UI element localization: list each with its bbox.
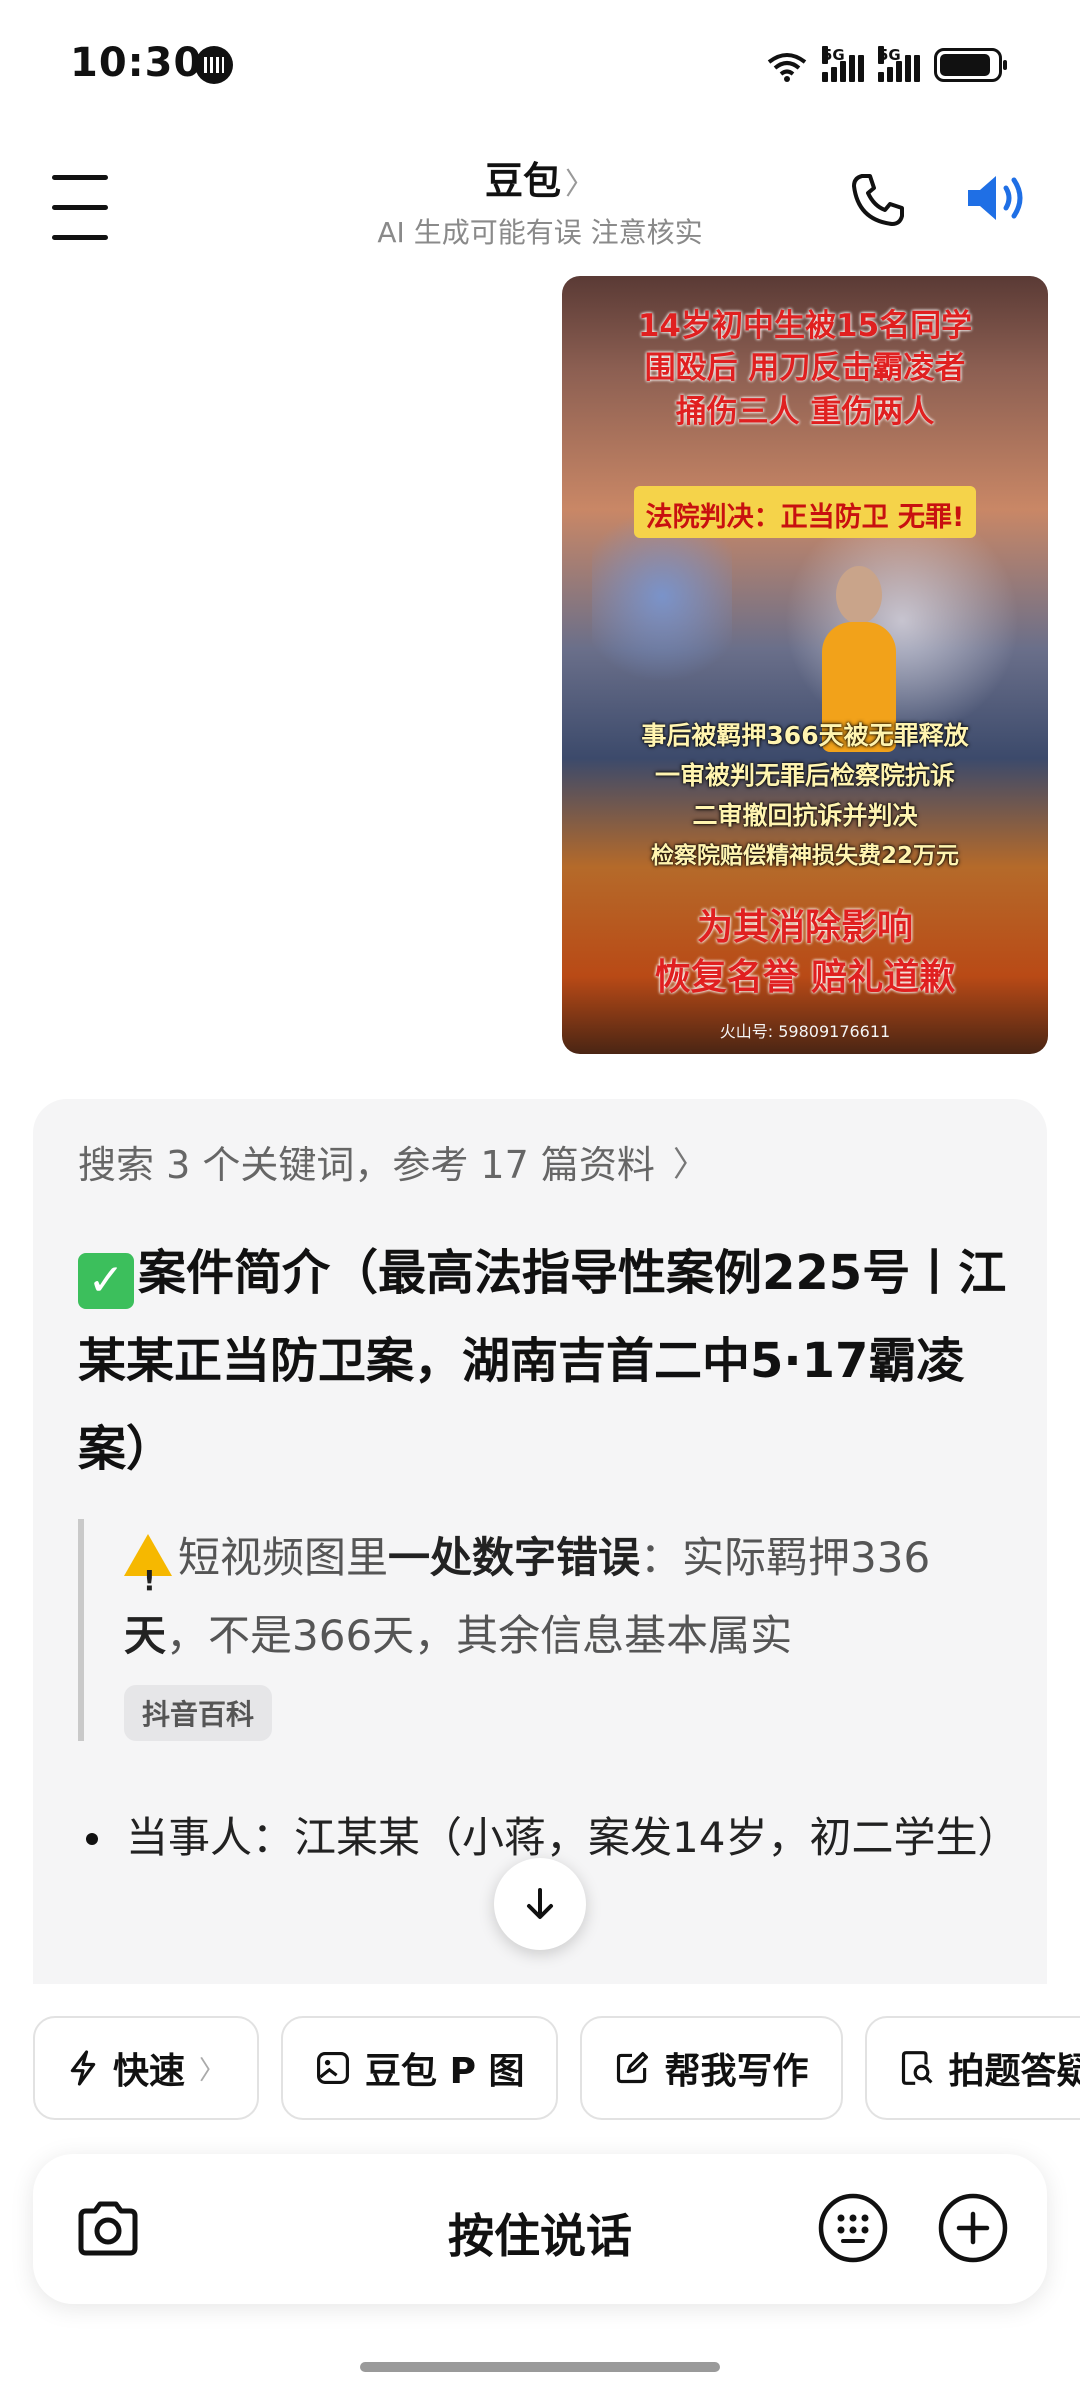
phone-call-icon[interactable] <box>848 170 908 230</box>
chevron-right-icon: 〉 <box>565 167 595 202</box>
voice-input-bar: 按住说话 <box>33 2154 1047 2304</box>
chat-header: 豆包〉 AI 生成可能有误 注意核实 <box>0 140 1080 260</box>
speaker-icon[interactable] <box>962 168 1032 228</box>
lightning-icon <box>70 2050 96 2086</box>
chat-title-area[interactable]: 豆包〉 AI 生成可能有误 注意核实 <box>0 150 1080 251</box>
user-image-message[interactable]: 14岁初中生被15名同学 围殴后 用刀反击霸凌者 捅伤三人 重伤两人 法院判决：… <box>562 276 1048 1054</box>
image-edit-icon <box>317 2052 350 2084</box>
keypad-icon[interactable] <box>817 2192 889 2264</box>
search-doc-icon <box>901 2051 933 2085</box>
chevron-right-icon: 〉 <box>672 1145 707 1185</box>
case-title: ✓ 案件简介（最高法指导性案例225号丨江某某正当防卫案，湖南吉首二中5·17霸凌… <box>78 1229 1018 1493</box>
chip-photo-question[interactable]: 拍题答疑 <box>864 2016 1080 2120</box>
battery-icon <box>934 48 1007 82</box>
quote-block: 短视频图里一处数字错误：实际羁押336天，不是366天，其余信息基本属实 抖音百… <box>78 1519 1018 1741</box>
search-summary: 搜索 3 个关键词，参考 17 篇资料 <box>78 1143 655 1187</box>
chip-fast[interactable]: 快速〉 <box>33 2016 260 2120</box>
home-indicator[interactable] <box>360 2362 720 2372</box>
chat-title: 豆包 <box>484 159 561 203</box>
warning-icon <box>124 1534 172 1620</box>
check-mark-icon: ✓ <box>78 1253 134 1309</box>
image-detail-1: 事后被羁押366天被无罪释放 <box>641 721 969 750</box>
ai-disclaimer: AI 生成可能有误 注意核实 <box>377 216 703 249</box>
status-bar: 10:30 5G 5G <box>0 0 1080 130</box>
chip-writing[interactable]: 帮我写作 <box>580 2016 843 2120</box>
scroll-to-bottom-button[interactable] <box>494 1858 586 1950</box>
source-tag[interactable]: 抖音百科 <box>124 1685 273 1741</box>
status-icons: 5G 5G <box>766 42 1007 82</box>
search-summary-row[interactable]: 搜索 3 个关键词，参考 17 篇资料 〉 <box>78 1134 707 1189</box>
image-detail-4: 检察院赔偿精神损失费22万元 <box>650 843 959 869</box>
signal-strength-icon: 5G <box>822 46 864 82</box>
pencil-icon <box>617 2052 649 2084</box>
arrow-down-icon <box>527 1888 553 1919</box>
hold-to-talk-button[interactable]: 按住说话 <box>33 2200 1047 2266</box>
image-footer-line-2: 恢复名誉 赔礼道歉 <box>654 957 956 998</box>
status-time: 10:30 <box>70 40 203 86</box>
image-footer-line-1: 为其消除影响 <box>696 907 913 948</box>
image-verdict: 法院判决：正当防卫 无罪! <box>645 502 965 533</box>
quote-text: 短视频图里一处数字错误：实际羁押336天，不是366天，其余信息基本属实 <box>124 1519 1018 1675</box>
image-watermark: 火山号: 59809176611 <box>719 1022 891 1041</box>
image-detail-3: 二审撤回抗诉并判决 <box>692 801 918 830</box>
recording-indicator-icon <box>195 46 233 84</box>
wifi-icon <box>766 50 808 82</box>
quick-action-chips: 快速〉 豆包 P 图 帮我写作 拍题答疑 <box>33 2016 1080 2120</box>
image-detail-2: 一审被判无罪后检察院抗诉 <box>654 761 955 790</box>
signal-strength-icon-2: 5G <box>878 46 920 82</box>
image-headline-line-2: 围殴后 用刀反击霸凌者 <box>644 350 966 386</box>
chip-image-edit[interactable]: 豆包 P 图 <box>281 2016 559 2120</box>
case-title-text: 案件简介（最高法指导性案例225号丨江某某正当防卫案，湖南吉首二中5·17霸凌案… <box>78 1245 1007 1477</box>
plus-icon[interactable] <box>937 2192 1009 2264</box>
image-headline-line-3: 捅伤三人 重伤两人 <box>675 394 935 430</box>
image-headline-line-1: 14岁初中生被15名同学 <box>637 308 973 344</box>
chevron-right-icon: 〉 <box>199 2055 226 2086</box>
ai-reply-card: 搜索 3 个关键词，参考 17 篇资料 〉 ✓ 案件简介（最高法指导性案例225号… <box>33 1099 1047 1984</box>
